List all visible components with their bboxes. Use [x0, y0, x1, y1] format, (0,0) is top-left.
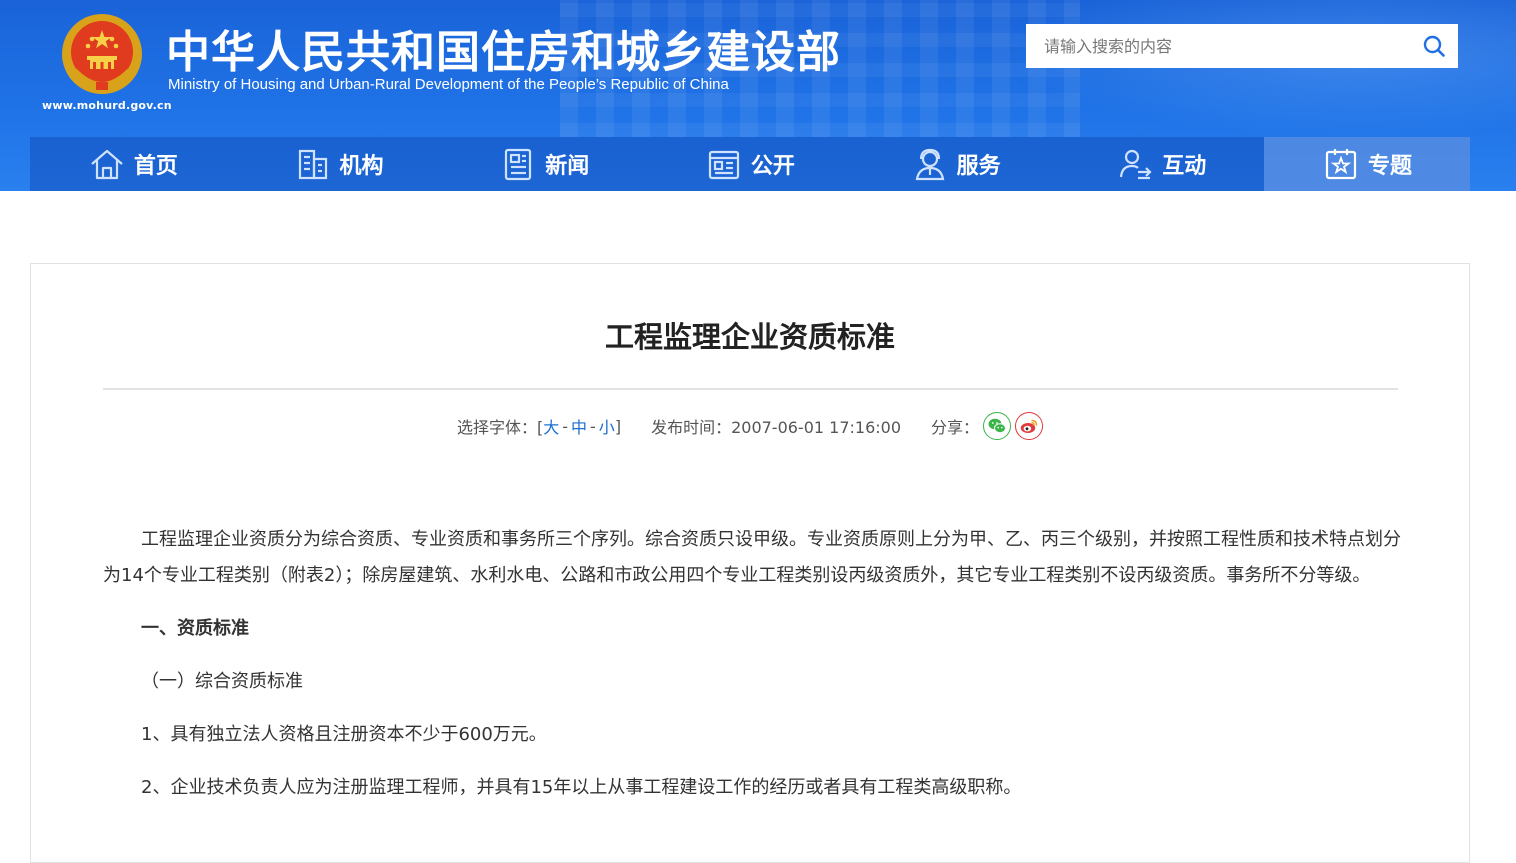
search-input[interactable] [1026, 24, 1410, 68]
share-label: 分享： [931, 418, 980, 437]
nav-label: 首页 [133, 154, 178, 179]
site-title-en: Ministry of Housing and Urban-Rural Deve… [168, 76, 729, 93]
publish-time-value: 2007-06-01 17:16:00 [731, 418, 902, 437]
star-board-icon [1322, 145, 1360, 183]
search-icon [1423, 35, 1445, 57]
nav-item-public[interactable]: 公开 [647, 137, 853, 191]
article-body: 工程监理企业资质分为综合资质、专业资质和事务所三个序列。综合资质只设甲级。专业资… [103, 522, 1403, 806]
publish-time: 发布时间：2007-06-01 17:16:00 [651, 414, 901, 438]
header-background-glow [1000, 0, 1516, 137]
article-title: 工程监理企业资质标准 [604, 320, 895, 354]
publish-label: 发布时间： [651, 418, 732, 437]
document-icon [705, 145, 743, 183]
interact-user-icon [1116, 145, 1154, 183]
list-item: 2、企业技术负责人应为注册监理工程师，并具有15年以上从事工程建设工作的经历或者… [141, 777, 1022, 798]
weibo-icon [1020, 419, 1038, 433]
font-size-label: 选择字体：[ [456, 418, 544, 437]
national-emblem-icon[interactable] [60, 12, 144, 96]
service-user-icon [911, 145, 949, 183]
news-icon [499, 145, 537, 183]
share-wechat-button[interactable] [983, 412, 1012, 440]
home-icon [88, 145, 126, 183]
nav-label: 机构 [339, 154, 384, 179]
article-meta: 选择字体：[ 大 - 中 - 小 ] 发布时间：2007-06-01 17:16… [31, 412, 1469, 440]
section-heading: 一、资质标准 [141, 618, 249, 639]
list-item: 1、具有独立法人资格且注册资本不少于600万元。 [141, 724, 547, 745]
nav-label: 新闻 [545, 154, 590, 179]
font-separator: - [562, 416, 568, 436]
nav-item-organization[interactable]: 机构 [236, 137, 442, 191]
nav-label: 服务 [956, 154, 1001, 179]
article-intro-paragraph: 工程监理企业资质分为综合资质、专业资质和事务所三个序列。综合资质只设甲级。专业资… [103, 529, 1401, 586]
search-box [1026, 24, 1458, 68]
nav-item-news[interactable]: 新闻 [441, 137, 647, 191]
search-button[interactable] [1410, 24, 1458, 68]
nav-item-interact[interactable]: 互动 [1058, 137, 1264, 191]
main-nav: 首页 机构 新闻 公开 服务 互动 专题 [30, 137, 1470, 191]
font-separator: - [590, 416, 596, 436]
nav-label: 公开 [750, 154, 795, 179]
nav-item-topics[interactable]: 专题 [1264, 137, 1470, 191]
share-weibo-button[interactable] [1015, 412, 1044, 440]
font-medium-link[interactable]: 中 [571, 414, 587, 438]
nav-item-home[interactable]: 首页 [30, 137, 236, 191]
font-small-link[interactable]: 小 [599, 414, 615, 438]
font-large-link[interactable]: 大 [543, 414, 559, 438]
building-icon [294, 145, 332, 183]
subsection-heading: （一）综合资质标准 [141, 671, 303, 692]
site-url: www.mohurd.gov.cn [42, 99, 172, 112]
nav-label: 互动 [1162, 154, 1207, 179]
share-group: 分享： [931, 412, 1044, 440]
nav-label: 专题 [1367, 154, 1412, 179]
site-title-cn[interactable]: 中华人民共和国住房和城乡建设部 [166, 16, 841, 80]
font-size-bracket-close: ] [614, 416, 622, 436]
nav-item-service[interactable]: 服务 [853, 137, 1059, 191]
site-header: www.mohurd.gov.cn 中华人民共和国住房和城乡建设部 Minist… [0, 0, 1516, 191]
wechat-icon [988, 418, 1007, 434]
title-divider [103, 388, 1398, 390]
article-card: 工程监理企业资质标准 选择字体：[ 大 - 中 - 小 ] 发布时间：2007-… [30, 263, 1470, 863]
